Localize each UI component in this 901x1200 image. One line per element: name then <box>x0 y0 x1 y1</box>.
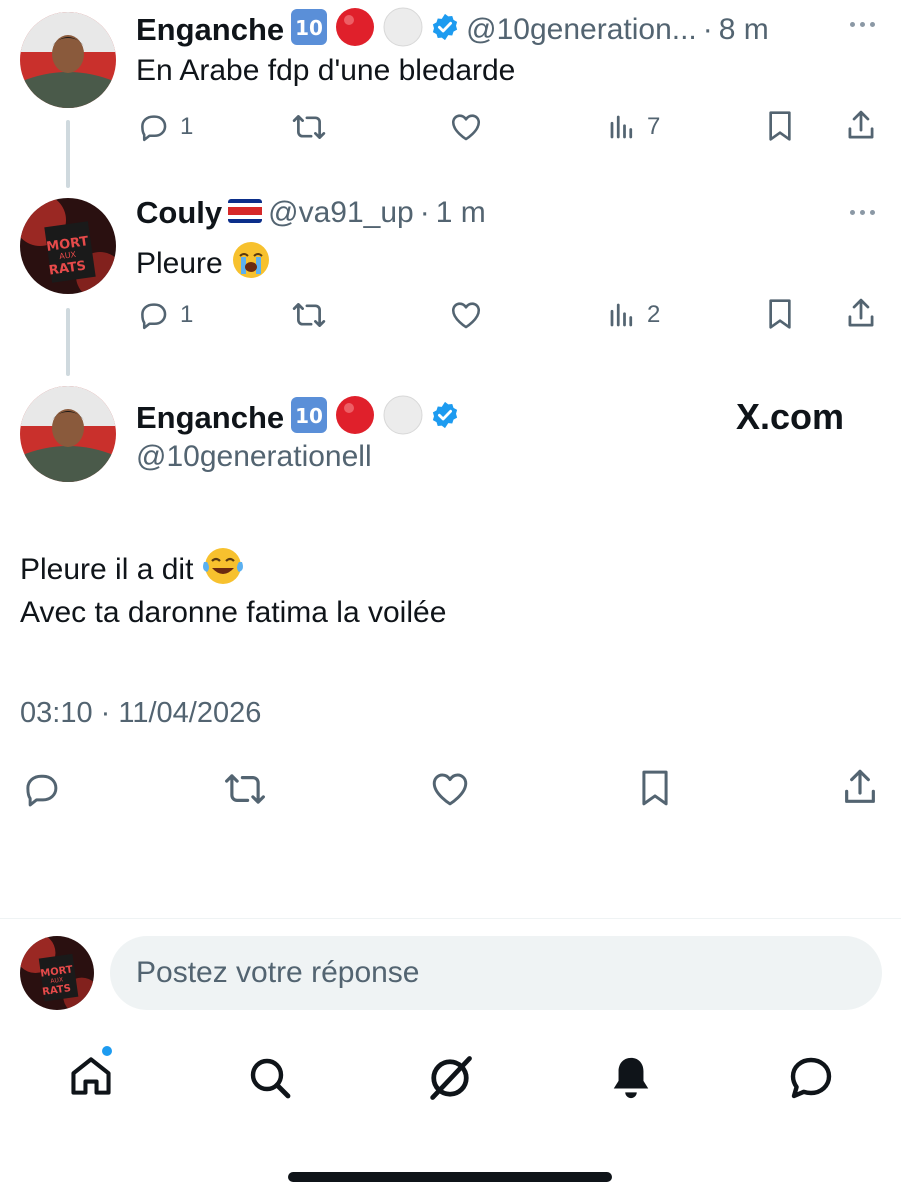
divider <box>0 918 901 919</box>
thread-line <box>66 308 70 376</box>
share-button[interactable] <box>844 108 878 144</box>
handle[interactable]: @10generationell <box>136 440 372 474</box>
views-count: 7 <box>647 113 661 140</box>
more-icon[interactable] <box>850 210 875 215</box>
display-name[interactable]: Enganche <box>136 400 284 436</box>
reply-input-placeholder: Postez votre réponse <box>136 956 420 989</box>
handle[interactable]: @10generation... <box>466 13 697 47</box>
heart-icon <box>432 773 468 806</box>
main-tweet-header: Enganche 10 <box>136 394 460 441</box>
svg-text:10: 10 <box>295 404 323 428</box>
costa-rica-flag-emoji <box>228 198 263 228</box>
notification-dot <box>102 1046 112 1056</box>
number-ten-emoji: 10 <box>290 396 328 439</box>
repost-icon <box>292 115 326 139</box>
bookmark-icon <box>642 770 668 806</box>
messages-icon <box>790 1057 832 1099</box>
tweet-text-line: Pleure il a dit <box>20 546 245 594</box>
reply-header: Enganche 10 @10generation... · 8 m <box>136 6 769 53</box>
share-icon <box>848 298 874 327</box>
home-indicator[interactable] <box>288 1172 612 1182</box>
svg-text:10: 10 <box>295 16 323 40</box>
white-circle-emoji <box>382 394 424 441</box>
avatar[interactable]: MORT AUX RATS <box>20 198 116 294</box>
more-icon[interactable] <box>850 22 875 27</box>
nav-grok[interactable] <box>424 1052 476 1109</box>
separator: · <box>702 12 713 46</box>
share-icon <box>845 769 875 803</box>
reply-text: Pleure <box>136 240 271 288</box>
views-count: 2 <box>647 301 661 328</box>
views-button[interactable]: 7 <box>607 112 660 142</box>
red-circle-emoji <box>334 394 376 441</box>
number-ten-emoji: 10 <box>290 8 328 51</box>
reply-text-content: Pleure <box>136 247 223 280</box>
verified-badge-icon <box>430 400 460 435</box>
repost-button[interactable] <box>290 110 328 144</box>
repost-icon <box>292 303 326 327</box>
views-icon <box>610 115 633 139</box>
reply-icon <box>141 303 167 330</box>
nav-notifications[interactable] <box>608 1052 654 1107</box>
views-icon <box>610 303 633 327</box>
display-name[interactable]: Enganche <box>136 12 284 48</box>
thread-line <box>66 120 70 188</box>
repost-icon <box>225 774 265 804</box>
reply-button[interactable] <box>20 768 62 810</box>
nav-search[interactable] <box>246 1054 294 1107</box>
reply-header: Couly @va91_up · 1 m <box>136 195 486 231</box>
avatar[interactable] <box>20 12 116 108</box>
reply-text: En Arabe fdp d'une bledarde <box>136 54 516 87</box>
x-com-watermark: X.com <box>736 396 845 437</box>
reply-icon <box>141 115 167 142</box>
heart-icon <box>451 114 481 141</box>
time[interactable]: 8 m <box>719 13 769 47</box>
reply-button[interactable]: 1 <box>136 298 193 332</box>
handle[interactable]: @va91_up <box>268 196 414 230</box>
reply-count: 1 <box>180 301 194 328</box>
tweet-timestamp[interactable]: 03:10 · 11/04/2026 <box>20 697 261 730</box>
bookmark-button[interactable] <box>636 766 674 810</box>
tweet-text-line1: Pleure il a dit <box>20 553 194 586</box>
reply-icon <box>26 774 58 807</box>
tweet-text-line2: Avec ta daronne fatima la voilée <box>20 596 447 629</box>
notifications-icon <box>613 1057 649 1099</box>
separator: · <box>419 196 430 229</box>
white-circle-emoji <box>382 6 424 53</box>
display-name[interactable]: Couly <box>136 195 222 231</box>
repost-button[interactable] <box>290 298 328 332</box>
bookmark-button[interactable] <box>764 108 796 144</box>
verified-badge-icon <box>430 12 460 47</box>
bookmark-icon <box>769 299 791 329</box>
bookmark-button[interactable] <box>764 296 796 332</box>
grok-icon <box>430 1056 472 1100</box>
face-with-tears-of-joy-emoji <box>201 546 245 594</box>
nav-home[interactable] <box>66 1046 116 1105</box>
views-button[interactable]: 2 <box>607 300 660 330</box>
loudly-crying-face-emoji <box>231 240 271 288</box>
like-button[interactable] <box>448 298 484 332</box>
bookmark-icon <box>769 111 791 141</box>
nav-messages[interactable] <box>786 1054 836 1107</box>
time[interactable]: 1 m <box>436 196 486 230</box>
composer-avatar[interactable]: MORT AUX RATS <box>20 936 94 1010</box>
like-button[interactable] <box>428 768 472 810</box>
repost-button[interactable] <box>222 768 268 810</box>
like-button[interactable] <box>448 110 484 144</box>
share-button[interactable] <box>840 766 880 810</box>
red-circle-emoji <box>334 6 376 53</box>
reply-input[interactable]: Postez votre réponse <box>110 936 882 1010</box>
reply-button[interactable]: 1 <box>136 110 193 144</box>
share-icon <box>848 110 874 139</box>
avatar[interactable] <box>20 386 116 482</box>
search-icon <box>250 1058 291 1099</box>
heart-icon <box>451 302 481 329</box>
reply-count: 1 <box>180 113 194 140</box>
share-button[interactable] <box>844 296 878 332</box>
home-icon <box>71 1057 111 1095</box>
